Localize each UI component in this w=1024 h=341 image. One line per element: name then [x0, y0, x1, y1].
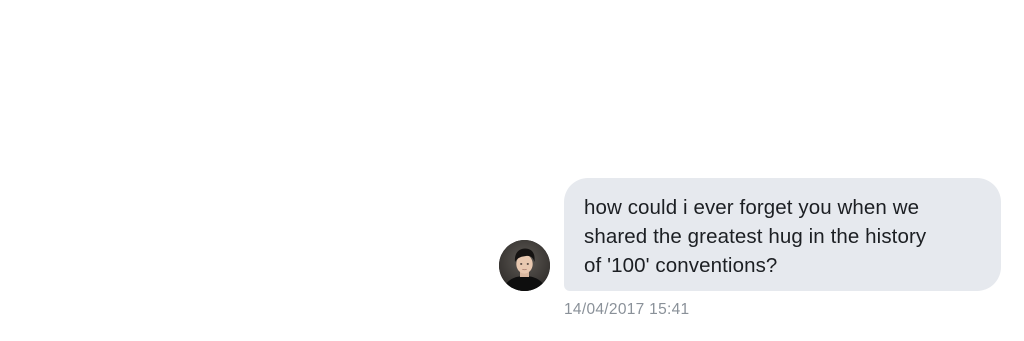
sender-avatar[interactable] [499, 240, 550, 291]
message-text-line: how could i ever forget you when we [584, 196, 920, 219]
user-avatar-icon [499, 240, 550, 291]
message-thread: how could i ever forget you when we shar… [0, 0, 1024, 341]
message-timestamp: 14/04/2017 15:41 [564, 301, 690, 318]
message-text-line: shared the greatest hug in the history [584, 225, 927, 248]
message-text-line: of '100' conventions? [584, 254, 778, 277]
message-bubble[interactable]: how could i ever forget you when we shar… [564, 178, 1001, 291]
